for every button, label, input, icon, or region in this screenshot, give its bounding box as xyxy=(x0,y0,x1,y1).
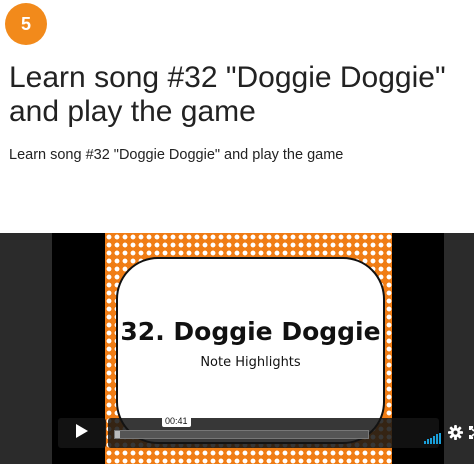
step-number: 5 xyxy=(20,13,31,34)
progress-track[interactable] xyxy=(114,430,369,439)
timestamp: 00:41 xyxy=(162,415,191,427)
gear-icon[interactable] xyxy=(448,425,463,445)
play-icon xyxy=(75,423,89,444)
volume-icon[interactable] xyxy=(424,431,442,449)
fullscreen-icon[interactable] xyxy=(469,426,474,444)
lesson-subtitle: Learn song #32 "Doggie Doggie" and play … xyxy=(9,147,344,163)
slide-subtitle: Note Highlights xyxy=(200,355,301,370)
player-controls: 00:41 xyxy=(58,415,474,449)
play-button[interactable] xyxy=(58,418,106,448)
slide-title: 32. Doggie Doggie xyxy=(120,317,381,346)
control-bar: 00:41 xyxy=(108,415,474,449)
video-player[interactable]: 32. Doggie Doggie Note Highlights 00:41 xyxy=(0,233,474,464)
slide-card xyxy=(116,257,385,444)
progress-fill xyxy=(115,431,121,438)
lesson-title: Learn song #32 "Doggie Doggie" and play … xyxy=(9,61,446,128)
step-number-badge: 5 xyxy=(5,3,47,45)
